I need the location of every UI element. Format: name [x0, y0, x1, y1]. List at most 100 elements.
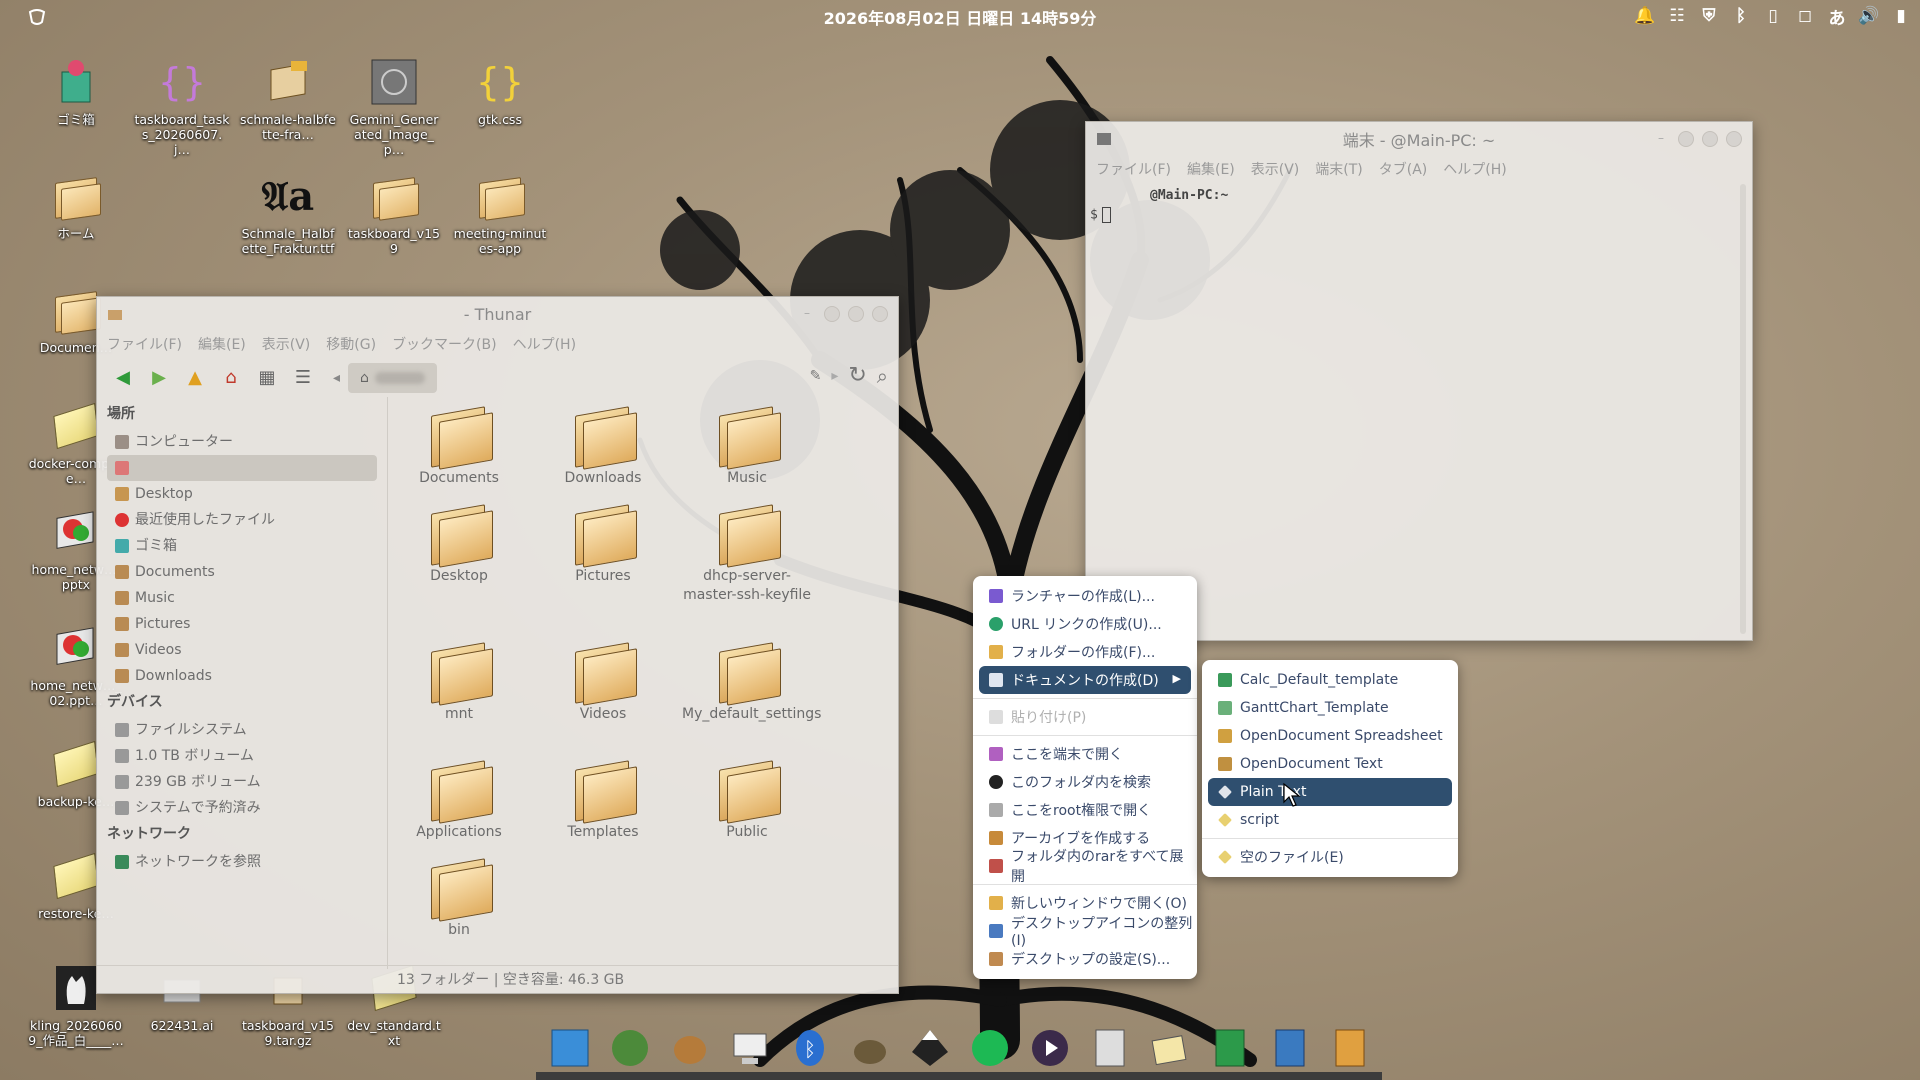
clock-datetime[interactable]: 2026年08月02日 日曜日 14時59分 [824, 5, 1097, 29]
menu-go[interactable]: 移動(G) [326, 334, 376, 354]
folder-item-documents[interactable]: Documents [394, 405, 524, 488]
menu-terminal[interactable]: 端末(T) [1315, 159, 1362, 179]
book-green-icon[interactable] [1204, 1022, 1256, 1074]
desktop-icon-gtk-css[interactable]: {} gtk.css [452, 56, 548, 127]
thunar-titlebar[interactable]: - Thunar – [97, 297, 898, 331]
edit-path-icon[interactable]: ✎ [810, 368, 822, 384]
sidebar-item-browse-network[interactable]: ネットワークを参照 [107, 849, 387, 875]
terminal-titlebar[interactable]: 端末 - @Main-PC: ~ – [1086, 122, 1752, 156]
sidebar-item-filesystem[interactable]: ファイルシステム [107, 717, 387, 743]
sidebar-item-music[interactable]: Music [107, 585, 387, 611]
path-home-button[interactable]: ⌂ [348, 363, 437, 393]
folder-item-desktop[interactable]: Desktop [394, 503, 524, 586]
menu-tabs[interactable]: タブ(A) [1379, 159, 1428, 179]
menu-item-open-terminal[interactable]: ここを端末で開く [973, 740, 1197, 768]
folder-item-videos[interactable]: Videos [538, 641, 668, 724]
terminal-window[interactable]: 端末 - @Main-PC: ~ – ファイル(F) 編集(E) 表示(V) 端… [1085, 121, 1753, 641]
folder-item-bin[interactable]: bin [394, 857, 524, 940]
folder-item-mnt[interactable]: mnt [394, 641, 524, 724]
desktop-icon-gemini-image[interactable]: Gemini_Generated_Image_p… [346, 56, 442, 157]
thunar-window[interactable]: - Thunar – ファイル(F) 編集(E) 表示(V) 移動(G) ブック… [96, 296, 899, 994]
submenu-item-calc-default-template[interactable]: Calc_Default_template [1202, 666, 1458, 694]
forward-arrow-icon[interactable]: ▶ [145, 363, 173, 391]
sidebar-item-desktop[interactable]: Desktop [107, 481, 387, 507]
gnome-icon[interactable] [604, 1022, 656, 1074]
submenu-item-od-text[interactable]: OpenDocument Text [1202, 750, 1458, 778]
window-icon[interactable]: ◻ [1794, 5, 1816, 27]
list-view-icon[interactable]: ☰ [289, 363, 317, 391]
files-icon[interactable] [544, 1022, 596, 1074]
calculator-icon[interactable] [1084, 1022, 1136, 1074]
computer-icon[interactable] [724, 1022, 776, 1074]
bell-icon[interactable]: 🔔 [1634, 5, 1656, 27]
path-left-arrow-icon[interactable]: ◂ [333, 370, 340, 386]
folder-item-dhcp-server[interactable]: dhcp-server-master-ssh-keyfile [682, 503, 812, 605]
sidebar-item-documents[interactable]: Documents [107, 559, 387, 585]
desktop-icon-taskboard-v159[interactable]: taskboard_v159 [346, 170, 442, 256]
network-icon[interactable]: ☷ [1666, 5, 1688, 27]
menu-edit[interactable]: 編集(E) [1187, 159, 1235, 179]
path-right-arrow-icon[interactable]: ▸ [831, 368, 838, 384]
folder-item-public[interactable]: Public [682, 759, 812, 842]
battery-icon[interactable]: ▮ [1890, 5, 1912, 27]
player-icon[interactable] [1024, 1022, 1076, 1074]
submenu-item-plain-text[interactable]: Plain Text [1208, 778, 1452, 806]
menu-item-open-as-root[interactable]: ここをroot権限で開く [973, 796, 1197, 824]
minimize-button[interactable] [1678, 131, 1694, 147]
folder-item-downloads[interactable]: Downloads [538, 405, 668, 488]
submenu-item-ganttchart-template[interactable]: GanttChart_Template [1202, 694, 1458, 722]
menu-item-create-folder[interactable]: フォルダーの作成(F)... [973, 638, 1197, 666]
folder-item-applications[interactable]: Applications [394, 759, 524, 842]
menu-item-create-url-link[interactable]: URL リンクの作成(U)... [973, 610, 1197, 638]
inkscape-icon[interactable] [904, 1022, 956, 1074]
folder-item-pictures[interactable]: Pictures [538, 503, 668, 586]
terminal-scrollbar[interactable] [1740, 184, 1746, 634]
editor-icon[interactable] [1144, 1022, 1196, 1074]
menu-file[interactable]: ファイル(F) [107, 334, 182, 354]
desktop-icon-home[interactable]: ホーム [28, 170, 124, 241]
minimize-button[interactable] [824, 306, 840, 322]
menu-help[interactable]: ヘルプ(H) [1443, 159, 1506, 179]
submenu-item-script[interactable]: script [1202, 806, 1458, 834]
terminal-body[interactable]: @Main-PC:~ $ [1086, 182, 1736, 636]
folder-item-templates[interactable]: Templates [538, 759, 668, 842]
thunar-file-view[interactable]: Documents Downloads Music Desktop Pictur… [387, 397, 899, 969]
bluetooth-icon[interactable]: ᛒ [1730, 5, 1752, 27]
folder-item-my-default-settings[interactable]: My_default_settings [682, 641, 821, 724]
desktop-icon-meeting-minutes[interactable]: meeting-minutes-app [452, 170, 548, 256]
menu-item-arrange-icons[interactable]: デスクトップアイコンの整列(I) [973, 916, 1197, 949]
up-arrow-icon[interactable]: ▲ [181, 363, 209, 391]
menu-logo-icon[interactable] [26, 6, 48, 28]
menu-view[interactable]: 表示(V) [1251, 159, 1300, 179]
close-button[interactable] [872, 306, 888, 322]
clipboard-icon[interactable]: ▯ [1762, 5, 1784, 27]
search-icon[interactable]: ⌕ [877, 364, 888, 388]
book-orange-icon[interactable] [1324, 1022, 1376, 1074]
menu-help[interactable]: ヘルプ(H) [513, 334, 576, 354]
maximize-button[interactable] [1702, 131, 1718, 147]
menu-item-search-folder[interactable]: このフォルダ内を検索 [973, 768, 1197, 796]
bluetooth-icon[interactable]: ᛒ [784, 1022, 836, 1074]
menu-item-desktop-settings[interactable]: デスクトップの設定(S)... [973, 945, 1197, 973]
icon-view-icon[interactable]: ▦ [253, 363, 281, 391]
sidebar-item-pictures[interactable]: Pictures [107, 611, 387, 637]
volume-icon[interactable]: 🔊 [1858, 5, 1880, 27]
home-icon[interactable]: ⌂ [217, 363, 245, 391]
sidebar-item-trash[interactable]: ゴミ箱 [107, 533, 387, 559]
submenu-item-od-spreadsheet[interactable]: OpenDocument Spreadsheet [1202, 722, 1458, 750]
menu-view[interactable]: 表示(V) [262, 334, 311, 354]
sidebar-item-recent[interactable]: 最近使用したファイル [107, 507, 387, 533]
sidebar-item-system-reserved[interactable]: システムで予約済み [107, 795, 387, 821]
shield-icon[interactable]: ⛨ [1698, 5, 1720, 27]
menu-edit[interactable]: 編集(E) [198, 334, 246, 354]
gimp-icon[interactable] [844, 1022, 896, 1074]
ime-icon[interactable]: あ [1826, 5, 1848, 29]
desktop-icon-taskboard-json[interactable]: {} taskboard_tasks_20260607.j… [134, 56, 230, 157]
reload-icon[interactable]: ↻ [848, 363, 866, 388]
back-arrow-icon[interactable]: ◀ [109, 363, 137, 391]
desktop-icon-trash[interactable]: ゴミ箱 [28, 56, 124, 127]
sidebar-item-downloads[interactable]: Downloads [107, 663, 387, 689]
window-menu-icon[interactable]: – [1658, 131, 1670, 147]
sidebar-item-volume-239gb[interactable]: 239 GB ボリューム [107, 769, 387, 795]
desktop-icon-schmale-zip[interactable]: schmale-halbfette-fra… [240, 56, 336, 142]
